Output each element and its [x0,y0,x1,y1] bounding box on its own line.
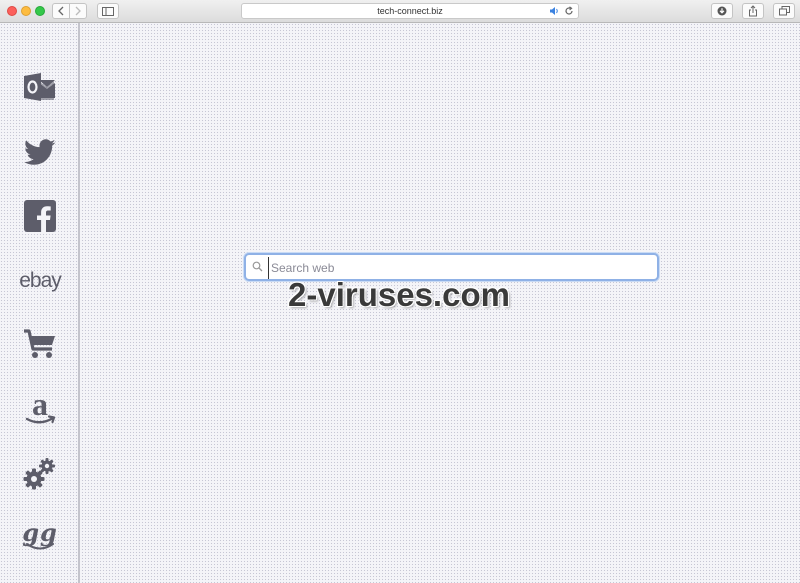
gg-logo: gg [22,518,58,551]
browser-toolbar: tech-connect.biz [0,0,800,23]
chevron-left-icon [58,6,64,16]
sidebar: ebay a gg [0,23,78,583]
facebook-icon [24,200,56,232]
shopping-cart-icon [24,329,55,358]
share-button[interactable] [742,3,764,19]
zoom-window-button[interactable] [35,6,45,16]
twitter-icon [24,138,56,165]
gg-logo-text: gg [22,518,58,547]
watermark-text: 2-viruses.com [288,276,510,313]
amazon-icon: a [25,391,56,424]
outlook-icon [24,73,55,101]
sidebar-item-settings[interactable] [14,451,66,495]
back-button[interactable] [52,3,70,19]
sidebar-divider [78,23,80,583]
reload-icon[interactable] [564,6,574,16]
sidebar-item-twitter[interactable] [14,130,66,174]
address-bar[interactable]: tech-connect.biz [241,3,579,19]
downloads-button[interactable] [711,3,733,19]
sidebar-icon [102,6,114,16]
gears-icon [23,458,55,490]
smile-curve-icon [26,543,54,550]
page-content: ebay a gg Search web 2-viruses.com [0,23,800,583]
audio-icon[interactable] [549,6,560,16]
ebay-logo: ebay [19,269,62,292]
sidebar-item-outlook[interactable] [14,65,66,109]
address-url: tech-connect.biz [377,6,443,16]
sidebar-item-shopping[interactable] [14,322,66,366]
download-icon [717,6,727,16]
sidebar-item-amazon[interactable]: a [14,387,66,431]
chevron-right-icon [75,6,81,16]
sidebar-item-gg[interactable]: gg [14,515,66,559]
sidebar-item-facebook[interactable] [14,194,66,238]
sidebar-toggle-button[interactable] [97,3,119,19]
search-icon [252,261,263,272]
tabs-icon [778,6,790,16]
sidebar-item-ebay[interactable]: ebay [14,259,66,303]
tabs-overview-button[interactable] [773,3,795,19]
minimize-window-button[interactable] [21,6,31,16]
svg-text:a: a [32,391,48,422]
forward-button[interactable] [69,3,87,19]
close-window-button[interactable] [7,6,17,16]
share-icon [749,5,757,17]
